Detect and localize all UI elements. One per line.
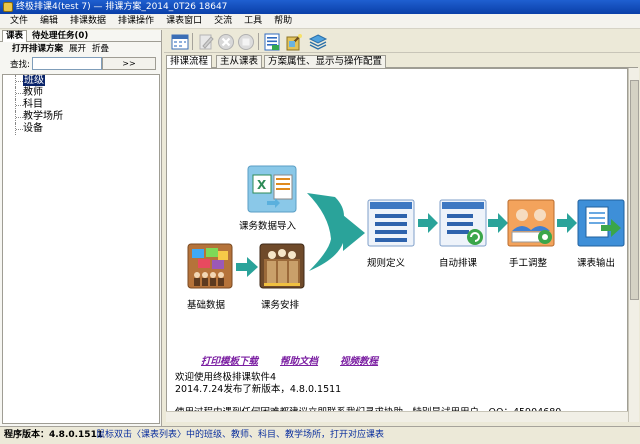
- link-print-templates[interactable]: 打印模板下载: [201, 356, 258, 367]
- tree-item-class[interactable]: 班级: [3, 75, 159, 87]
- horizontal-scrollbar[interactable]: [166, 411, 628, 422]
- left-panel: 课表 待处理任务(0) 打开排课方案 展开 折叠 查找: >> 班级 教师 科目 教学…: [0, 30, 162, 426]
- output-icon: [577, 199, 625, 247]
- release-text: 2014.7.24发布了新版本，4.8.0.1511: [175, 384, 342, 395]
- layers-icon[interactable]: [308, 32, 328, 51]
- flow-label-auto-schedule: 自动排课: [439, 258, 478, 269]
- expand-button[interactable]: 展开: [69, 44, 86, 54]
- menu-file[interactable]: 文件: [0, 14, 34, 29]
- tree-lines: [15, 75, 23, 87]
- toolbar-separator: [258, 33, 259, 50]
- left-tabs: 课表 待处理任务(0): [0, 30, 161, 42]
- main-toolbar: [164, 30, 640, 53]
- tree-item-teacher[interactable]: 教师: [3, 87, 159, 99]
- tree-lines: [15, 99, 23, 111]
- flow-label-output: 课表输出: [577, 258, 616, 269]
- status-bar: 程序版本：4.8.0.1511 鼠标双击〈课表列表〉中的班级、教师、科目、教学场…: [0, 426, 640, 444]
- tree-item-equipment[interactable]: 设备: [3, 123, 159, 135]
- status-hint: 鼠标双击〈课表列表〉中的班级、教师、科目、教学场所，打开对应课表: [96, 430, 385, 440]
- tree-lines: [15, 123, 23, 135]
- menu-tools[interactable]: 工具: [238, 14, 268, 29]
- merge-arrow: [307, 193, 365, 271]
- tree-lines: [15, 111, 23, 123]
- flow-label-arrange: 课务安排: [261, 300, 300, 311]
- flow-panel: X 课务数据导入 基础数据 课务安排 规则定义 自动排课 手工调整 课表输出 打…: [166, 68, 628, 422]
- collapse-button[interactable]: 折叠: [92, 44, 109, 54]
- svg-text:X: X: [257, 178, 267, 192]
- tree-item-subject[interactable]: 科目: [3, 99, 159, 111]
- flow-label-rules: 规则定义: [367, 258, 406, 269]
- tree-item-label: 科目: [23, 99, 43, 110]
- link-help-docs[interactable]: 帮助文档: [280, 356, 318, 367]
- tab-schedule-flow[interactable]: 排课流程: [166, 55, 213, 69]
- tab-master-detail-timetable[interactable]: 主从课表: [216, 55, 263, 68]
- flow-arrow: [557, 213, 577, 233]
- window-title: 终极排课4(test 7) — 排课方案_2014_0T26 18647: [16, 2, 228, 12]
- excel-import-icon: X: [247, 165, 297, 213]
- flow-node-output[interactable]: [577, 199, 625, 250]
- title-bar: 终极排课4(test 7) — 排课方案_2014_0T26 18647: [0, 0, 640, 14]
- search-button[interactable]: >>: [102, 57, 156, 70]
- tab-pending-tasks[interactable]: 待处理任务(0): [29, 31, 91, 42]
- tree-item-label: 教学场所: [23, 111, 63, 122]
- delete-icon[interactable]: [216, 32, 236, 51]
- menu-schedule-data[interactable]: 排课数据: [64, 14, 112, 29]
- tab-timetable[interactable]: 课表: [2, 30, 28, 42]
- menu-exchange[interactable]: 交流: [208, 14, 238, 29]
- flow-label-import: 课务数据导入: [239, 221, 297, 232]
- search-input[interactable]: [32, 57, 102, 70]
- toolbar-separator: [192, 33, 193, 50]
- help-links: 打印模板下载 帮助文档 视频教程: [201, 353, 400, 367]
- flow-arrow: [236, 257, 258, 277]
- flow-node-import[interactable]: X: [247, 165, 297, 216]
- tab-plan-properties[interactable]: 方案属性、显示与操作配置: [264, 55, 387, 68]
- status-version: 程序版本：4.8.0.1511: [4, 430, 104, 440]
- flow-node-manual-adjust[interactable]: [507, 199, 555, 250]
- tree-item-classroom[interactable]: 教学场所: [3, 111, 159, 123]
- menu-edit[interactable]: 编辑: [34, 14, 64, 29]
- search-row: 查找: >>: [2, 57, 159, 71]
- rules-icon: [367, 199, 415, 247]
- flow-node-arrange[interactable]: [259, 243, 305, 292]
- flow-node-base-data[interactable]: [187, 243, 233, 292]
- tree-item-label: 教师: [23, 87, 43, 98]
- calendar-icon[interactable]: [170, 32, 190, 51]
- scroll-thumb[interactable]: [630, 80, 639, 300]
- flow-arrow: [418, 213, 438, 233]
- menu-timetable-window[interactable]: 课表窗口: [160, 14, 208, 29]
- tree-lines: [15, 87, 23, 99]
- tree-item-label: 设备: [23, 123, 43, 134]
- base-data-icon: [187, 243, 233, 289]
- app-icon: [3, 2, 13, 12]
- edit-icon[interactable]: [196, 32, 216, 51]
- flow-label-manual-adjust: 手工调整: [509, 258, 548, 269]
- wand-icon[interactable]: [284, 32, 304, 51]
- vertical-scrollbar[interactable]: [628, 68, 639, 422]
- flow-node-auto-schedule[interactable]: [439, 199, 487, 250]
- timetable-tree: 班级 教师 科目 教学场所 设备: [2, 74, 160, 424]
- link-video-tutorials[interactable]: 视频教程: [340, 356, 378, 367]
- tree-item-label: 班级: [23, 75, 45, 86]
- open-plan-button[interactable]: 打开排课方案: [12, 44, 63, 54]
- flow-node-rules[interactable]: [367, 199, 415, 250]
- menu-bar: 文件 编辑 排课数据 排课操作 课表窗口 交流 工具 帮助: [0, 14, 640, 29]
- main-tabstrip: 排课流程 主从课表 方案属性、显示与操作配置: [166, 54, 638, 69]
- course-arrange-icon: [259, 243, 305, 289]
- flow-arrow: [488, 213, 508, 233]
- manual-adjust-icon: [507, 199, 555, 247]
- stop-icon[interactable]: [236, 32, 256, 51]
- list-icon[interactable]: [262, 32, 282, 51]
- menu-help[interactable]: 帮助: [268, 14, 298, 29]
- menu-schedule-ops[interactable]: 排课操作: [112, 14, 160, 29]
- left-toolbar: 打开排课方案 展开 折叠: [0, 42, 161, 57]
- search-label: 查找:: [10, 60, 30, 70]
- auto-schedule-icon: [439, 199, 487, 247]
- flow-label-base-data: 基础数据: [187, 300, 226, 311]
